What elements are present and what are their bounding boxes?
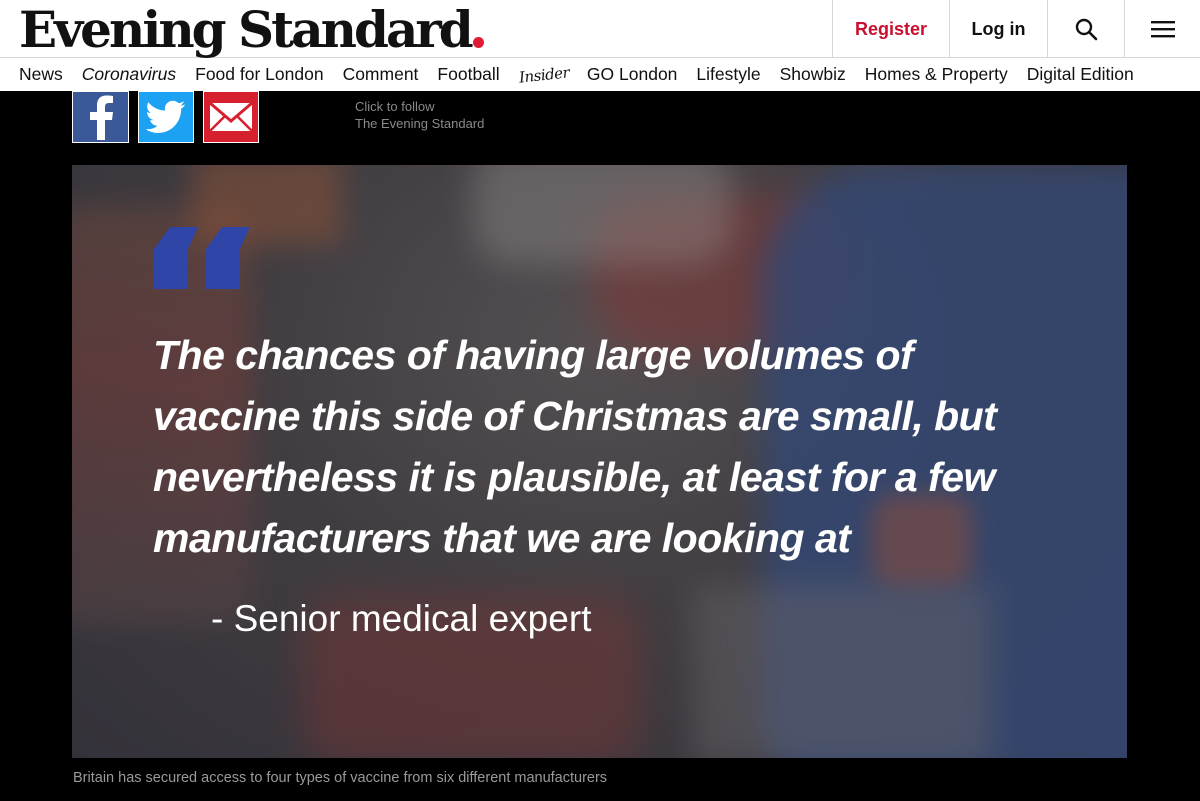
nav-item-news[interactable]: News xyxy=(19,64,63,85)
facebook-button[interactable] xyxy=(72,91,129,143)
nav-item-insider[interactable]: Insider xyxy=(518,63,570,86)
nav-item-football[interactable]: Football xyxy=(437,64,499,85)
quote-mark-icon xyxy=(154,227,258,289)
quote-image: The chances of having large volumes of v… xyxy=(72,165,1127,758)
twitter-button[interactable] xyxy=(138,91,194,143)
quote-mark-right xyxy=(206,227,250,289)
logo-dot xyxy=(472,36,484,48)
twitter-icon xyxy=(146,100,186,133)
nav-item-coronavirus[interactable]: Coronavirus xyxy=(82,64,176,85)
quote-mark-left xyxy=(154,227,198,289)
nav-item-comment[interactable]: Comment xyxy=(343,64,419,85)
follow-prompt-line1: Click to follow xyxy=(355,99,435,114)
nav-item-showbiz[interactable]: Showbiz xyxy=(780,64,846,85)
social-follow-buttons xyxy=(72,91,268,143)
register-button[interactable]: Register xyxy=(832,0,949,58)
image-caption: Britain has secured access to four types… xyxy=(73,770,608,786)
logo-text: Evening Standard xyxy=(19,0,474,59)
site-logo[interactable]: Evening Standard xyxy=(19,0,484,59)
facebook-icon xyxy=(89,95,113,140)
follow-prompt: Click to follow The Evening Standard xyxy=(355,98,484,132)
search-icon xyxy=(1075,18,1098,41)
pull-quote-text: The chances of having large volumes of v… xyxy=(153,332,997,561)
nav-item-go-london[interactable]: GO London xyxy=(587,64,677,85)
nav-item-lifestyle[interactable]: Lifestyle xyxy=(696,64,760,85)
nav-item-digital-edition[interactable]: Digital Edition xyxy=(1027,64,1134,85)
nav-item-food-for-london[interactable]: Food for London xyxy=(195,64,323,85)
search-button[interactable] xyxy=(1047,0,1124,58)
quote-attribution: - Senior medical expert xyxy=(211,598,592,639)
email-button[interactable] xyxy=(203,91,259,143)
hamburger-menu-icon xyxy=(1150,21,1175,38)
login-button[interactable]: Log in xyxy=(949,0,1047,58)
section-nav: News Coronavirus Food for London Comment… xyxy=(0,58,1200,91)
email-icon xyxy=(209,101,253,132)
site-header: Evening Standard Register Log in xyxy=(0,0,1200,59)
header-actions: Register Log in xyxy=(832,0,1200,58)
follow-prompt-line2: The Evening Standard xyxy=(355,116,485,131)
nav-item-homes-property[interactable]: Homes & Property xyxy=(865,64,1008,85)
menu-button[interactable] xyxy=(1124,0,1200,58)
